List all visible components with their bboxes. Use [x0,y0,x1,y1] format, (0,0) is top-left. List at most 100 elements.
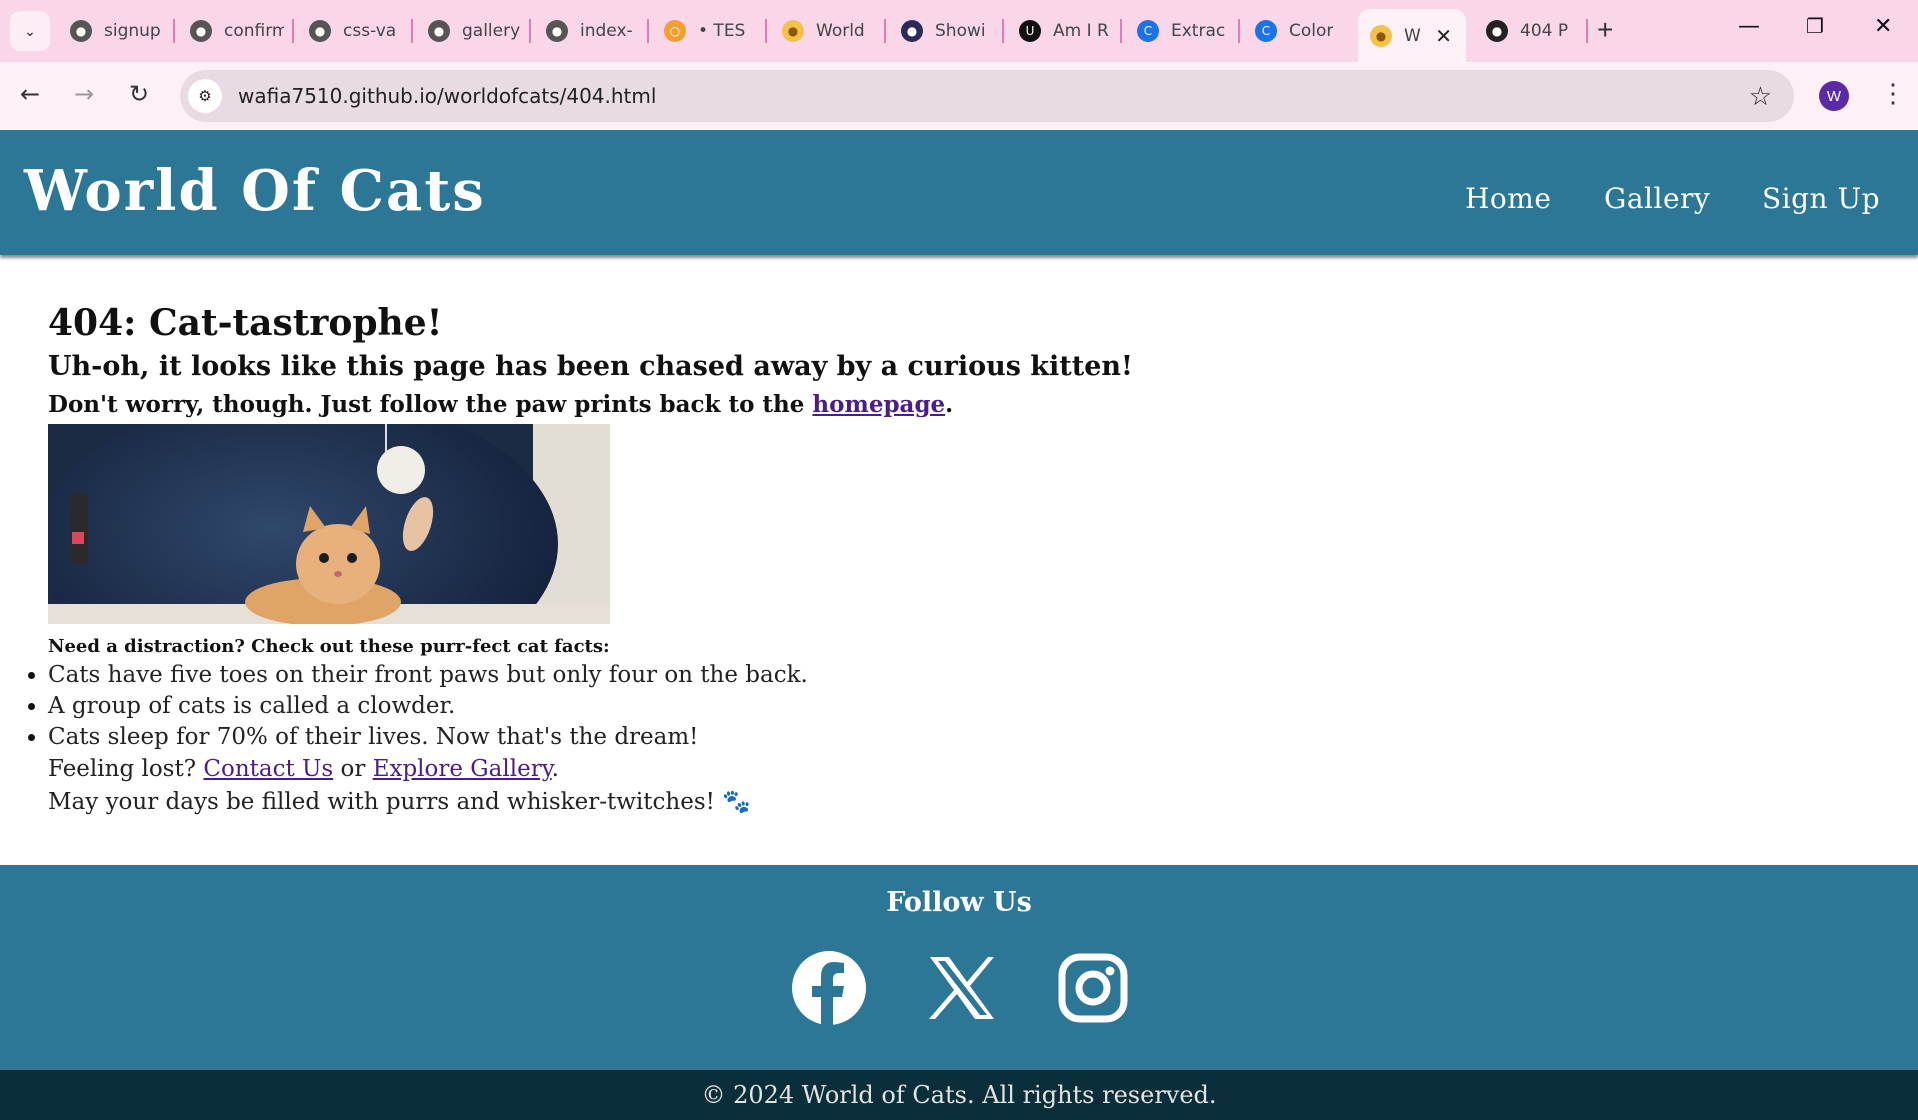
copyright-text: © 2024 World of Cats. All rights reserve… [701,1081,1217,1109]
tab-title: gallery [462,21,521,41]
instagram-icon[interactable] [1054,949,1132,1027]
tab-separator [1238,19,1240,43]
close-icon[interactable]: ✕ [1435,24,1452,48]
browser-tab[interactable]: ● signup [58,11,170,51]
browser-tab[interactable]: ● gallery [416,11,528,51]
c-logo-icon: C [1137,20,1159,42]
kitten-illustration [48,424,610,624]
cat-icon: ● [1370,24,1392,47]
tab-separator [173,19,175,43]
homepage-hint-period: . [945,391,954,418]
browser-tab[interactable]: U Am I R [1007,11,1119,51]
browser-tab[interactable]: ● Showi [889,11,1001,51]
homepage-link[interactable]: homepage [812,391,945,418]
browser-tab[interactable]: ● confirm [178,11,290,51]
forward-arrow-icon[interactable]: → [74,80,94,108]
browser-tab-active[interactable]: ● W ✕ [1358,9,1466,62]
contact-us-link[interactable]: Contact Us [203,756,333,782]
nav-link-home[interactable]: Home [1465,182,1551,215]
tab-title: signup [104,21,161,41]
nav-link-gallery[interactable]: Gallery [1604,182,1710,215]
homepage-hint: Don't worry, though. Just follow the paw… [48,388,1448,422]
closing-line: May your days be filled with purrs and w… [48,789,751,815]
browser-tab[interactable]: ○ • TES [652,11,764,51]
browser-tab[interactable]: C Color [1243,11,1355,51]
cat-facts-list: Cats have five toes on their front paws … [48,660,1448,753]
tab-separator [529,19,531,43]
url-text[interactable]: wafia7510.github.io/worldofcats/404.html [238,84,656,108]
tab-separator [884,19,886,43]
site-title: World Of Cats [24,158,486,224]
cat-icon: ● [782,20,804,42]
globe-icon: ● [190,20,212,42]
globe-icon: ● [309,20,331,42]
tab-title: css-va [343,21,397,41]
feeling-lost-line: Feeling lost? Contact Us or Explore Gall… [48,753,1448,786]
browser-tab[interactable]: ● 404 P [1474,11,1584,51]
follow-us-title: Follow Us [886,887,1032,918]
explore-gallery-link[interactable]: Explore Gallery [373,756,552,782]
browser-tab[interactable]: C Extrac [1125,11,1237,51]
restore-icon[interactable]: ❐ [1806,14,1824,38]
tab-separator [1586,19,1588,43]
window-close-icon[interactable]: ✕ [1874,14,1892,39]
bookmark-star-icon[interactable]: ☆ [1749,81,1772,112]
feeling-lost-text: Feeling lost? [48,756,204,782]
copyright-bar: © 2024 World of Cats. All rights reserve… [0,1070,1918,1120]
list-item: Cats have five toes on their front paws … [48,660,1448,691]
list-item: A group of cats is called a clowder. [48,691,1448,722]
c-logo-icon: C [1255,20,1277,42]
tab-title: Extrac [1171,21,1226,41]
profile-avatar[interactable]: W [1819,81,1849,111]
homepage-hint-text: Don't worry, though. Just follow the paw… [48,391,813,418]
kitten-image [48,424,610,624]
nav-link-sign-up[interactable]: Sign Up [1762,182,1880,215]
back-arrow-icon[interactable]: ← [20,80,40,108]
tab-title: W [1404,25,1421,46]
tab-title: Color [1289,21,1334,41]
tab-separator [1002,19,1004,43]
list-item: Cats sleep for 70% of their lives. Now t… [48,722,1448,753]
site-info-icon[interactable]: ⚙ [188,79,222,113]
tab-title: • TES [698,21,746,41]
main-content: 404: Cat-tastrophe! Uh-oh, it looks like… [48,300,1448,819]
period-text: . [551,756,559,782]
facts-title: Need a distraction? Check out these purr… [48,636,610,657]
browser-toolbar: ← → ↻ ⚙ wafia7510.github.io/worldofcats/… [0,62,1918,130]
github-icon: ● [1486,20,1508,42]
browser-tab[interactable]: ● index- [534,11,646,51]
tab-title: World [816,21,865,41]
facebook-icon[interactable] [790,949,868,1027]
x-twitter-icon[interactable] [922,949,1000,1027]
tab-title: index- [580,21,633,41]
browser-tab[interactable]: ● World [770,11,882,51]
or-text: or [333,756,373,782]
chevron-down-icon: ⌄ [24,22,36,39]
reload-icon[interactable]: ↻ [129,80,149,108]
kebab-menu-icon[interactable]: ⋮ [1880,78,1906,109]
tab-separator [411,19,413,43]
page-subheading: Uh-oh, it looks like this page has been … [48,351,1133,382]
tab-title: confirm [224,21,284,41]
browser-tab[interactable]: ● css-va [297,11,409,51]
site-footer: Follow Us [0,865,1918,1070]
new-tab-button[interactable]: + [1597,14,1613,46]
browser-tabstrip: ⌄ ● signup ● confirm ● css-va ● gallery … [0,0,1918,62]
globe-icon: ● [428,20,450,42]
site-icon: ● [901,20,923,42]
tab-separator [292,19,294,43]
address-bar[interactable]: ⚙ wafia7510.github.io/worldofcats/404.ht… [180,70,1794,122]
tab-title: Showi [935,21,986,41]
tab-separator [647,19,649,43]
amiresponsive-icon: U [1019,20,1041,42]
tab-title: Am I R [1053,21,1109,41]
minimize-icon[interactable]: — [1738,14,1760,39]
tab-separator [1120,19,1122,43]
site-header: World Of Cats Home Gallery Sign Up [0,130,1918,255]
tab-separator [765,19,767,43]
tab-search-button[interactable]: ⌄ [10,11,50,51]
globe-icon: ● [70,20,92,42]
codepen-icon: ○ [664,20,686,42]
globe-icon: ● [546,20,568,42]
page-heading: 404: Cat-tastrophe! [48,302,443,344]
